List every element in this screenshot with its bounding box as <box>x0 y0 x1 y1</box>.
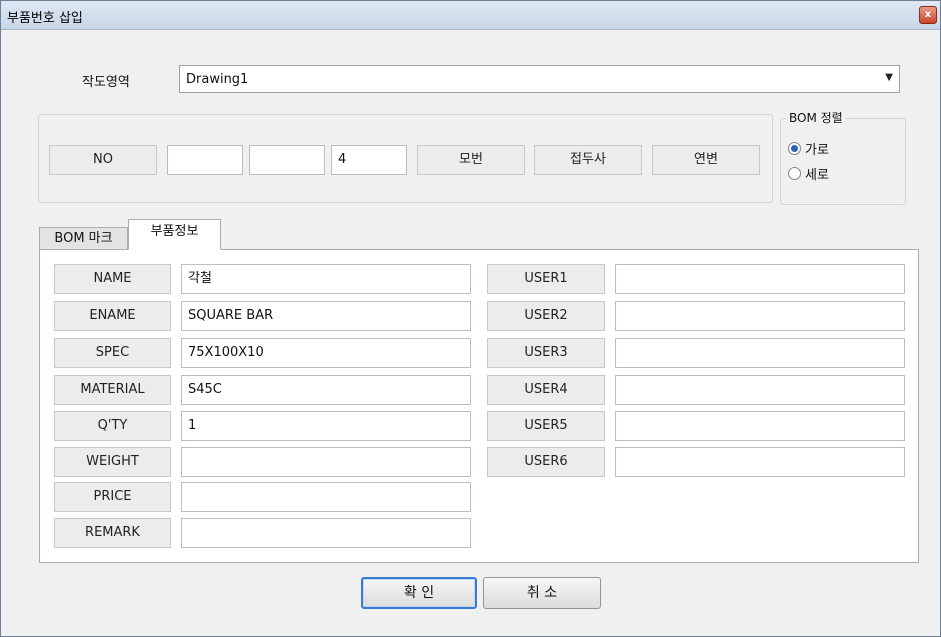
spec-label: SPEC <box>54 338 171 368</box>
radio-unselected-icon <box>788 167 801 180</box>
part-info-panel <box>39 249 919 563</box>
window-title: 부품번호 삽입 <box>7 11 83 26</box>
radio-vertical[interactable]: 세로 <box>788 164 829 183</box>
radio-vertical-label: 세로 <box>805 168 829 183</box>
weight-field[interactable] <box>181 447 471 477</box>
yeonbeon-button[interactable]: 연변 <box>652 145 760 175</box>
user2-field[interactable] <box>615 301 905 331</box>
dialog-window: 부품번호 삽입 x 작도영역 Drawing1 ▼ NO 4 모번 접두사 연변… <box>0 0 941 637</box>
user4-label: USER4 <box>487 375 605 405</box>
radio-selected-icon <box>788 142 801 155</box>
user5-field[interactable] <box>615 411 905 441</box>
name-label: NAME <box>54 264 171 294</box>
bom-sort-group <box>780 118 906 205</box>
number-field-3[interactable]: 4 <box>331 145 407 175</box>
radio-horizontal[interactable]: 가로 <box>788 139 829 158</box>
radio-horizontal-label: 가로 <box>805 143 829 158</box>
user3-label: USER3 <box>487 338 605 368</box>
user6-label: USER6 <box>487 447 605 477</box>
user2-label: USER2 <box>487 301 605 331</box>
title-bar[interactable]: 부품번호 삽입 x <box>1 1 940 30</box>
prefix-button[interactable]: 접두사 <box>534 145 642 175</box>
qty-label: Q'TY <box>54 411 171 441</box>
remark-label: REMARK <box>54 518 171 548</box>
remark-field[interactable] <box>181 518 471 548</box>
tab-bom-mark[interactable]: BOM 마크 <box>39 227 128 250</box>
price-field[interactable] <box>181 482 471 512</box>
material-field[interactable]: S45C <box>181 375 471 405</box>
ename-label: ENAME <box>54 301 171 331</box>
name-field[interactable]: 각철 <box>181 264 471 294</box>
chevron-down-icon[interactable]: ▼ <box>885 72 893 83</box>
cancel-button[interactable]: 취 소 <box>483 577 601 609</box>
close-button[interactable]: x <box>919 6 937 24</box>
user4-field[interactable] <box>615 375 905 405</box>
tab-part-info[interactable]: 부품정보 <box>128 219 221 250</box>
user3-field[interactable] <box>615 338 905 368</box>
user5-label: USER5 <box>487 411 605 441</box>
material-label: MATERIAL <box>54 375 171 405</box>
bom-sort-title: BOM 정렬 <box>787 109 845 126</box>
no-label: NO <box>49 145 157 175</box>
user1-field[interactable] <box>615 264 905 294</box>
mobeon-button[interactable]: 모번 <box>417 145 525 175</box>
workspace-dropdown[interactable]: Drawing1 ▼ <box>179 65 900 93</box>
price-label: PRICE <box>54 482 171 512</box>
spec-field[interactable]: 75X100X10 <box>181 338 471 368</box>
number-field-1[interactable] <box>167 145 243 175</box>
ok-button[interactable]: 확 인 <box>361 577 477 609</box>
weight-label: WEIGHT <box>54 447 171 477</box>
user1-label: USER1 <box>487 264 605 294</box>
qty-field[interactable]: 1 <box>181 411 471 441</box>
workspace-label: 작도영역 <box>82 75 130 90</box>
number-field-2[interactable] <box>249 145 325 175</box>
ename-field[interactable]: SQUARE BAR <box>181 301 471 331</box>
workspace-value: Drawing1 <box>186 72 249 87</box>
user6-field[interactable] <box>615 447 905 477</box>
